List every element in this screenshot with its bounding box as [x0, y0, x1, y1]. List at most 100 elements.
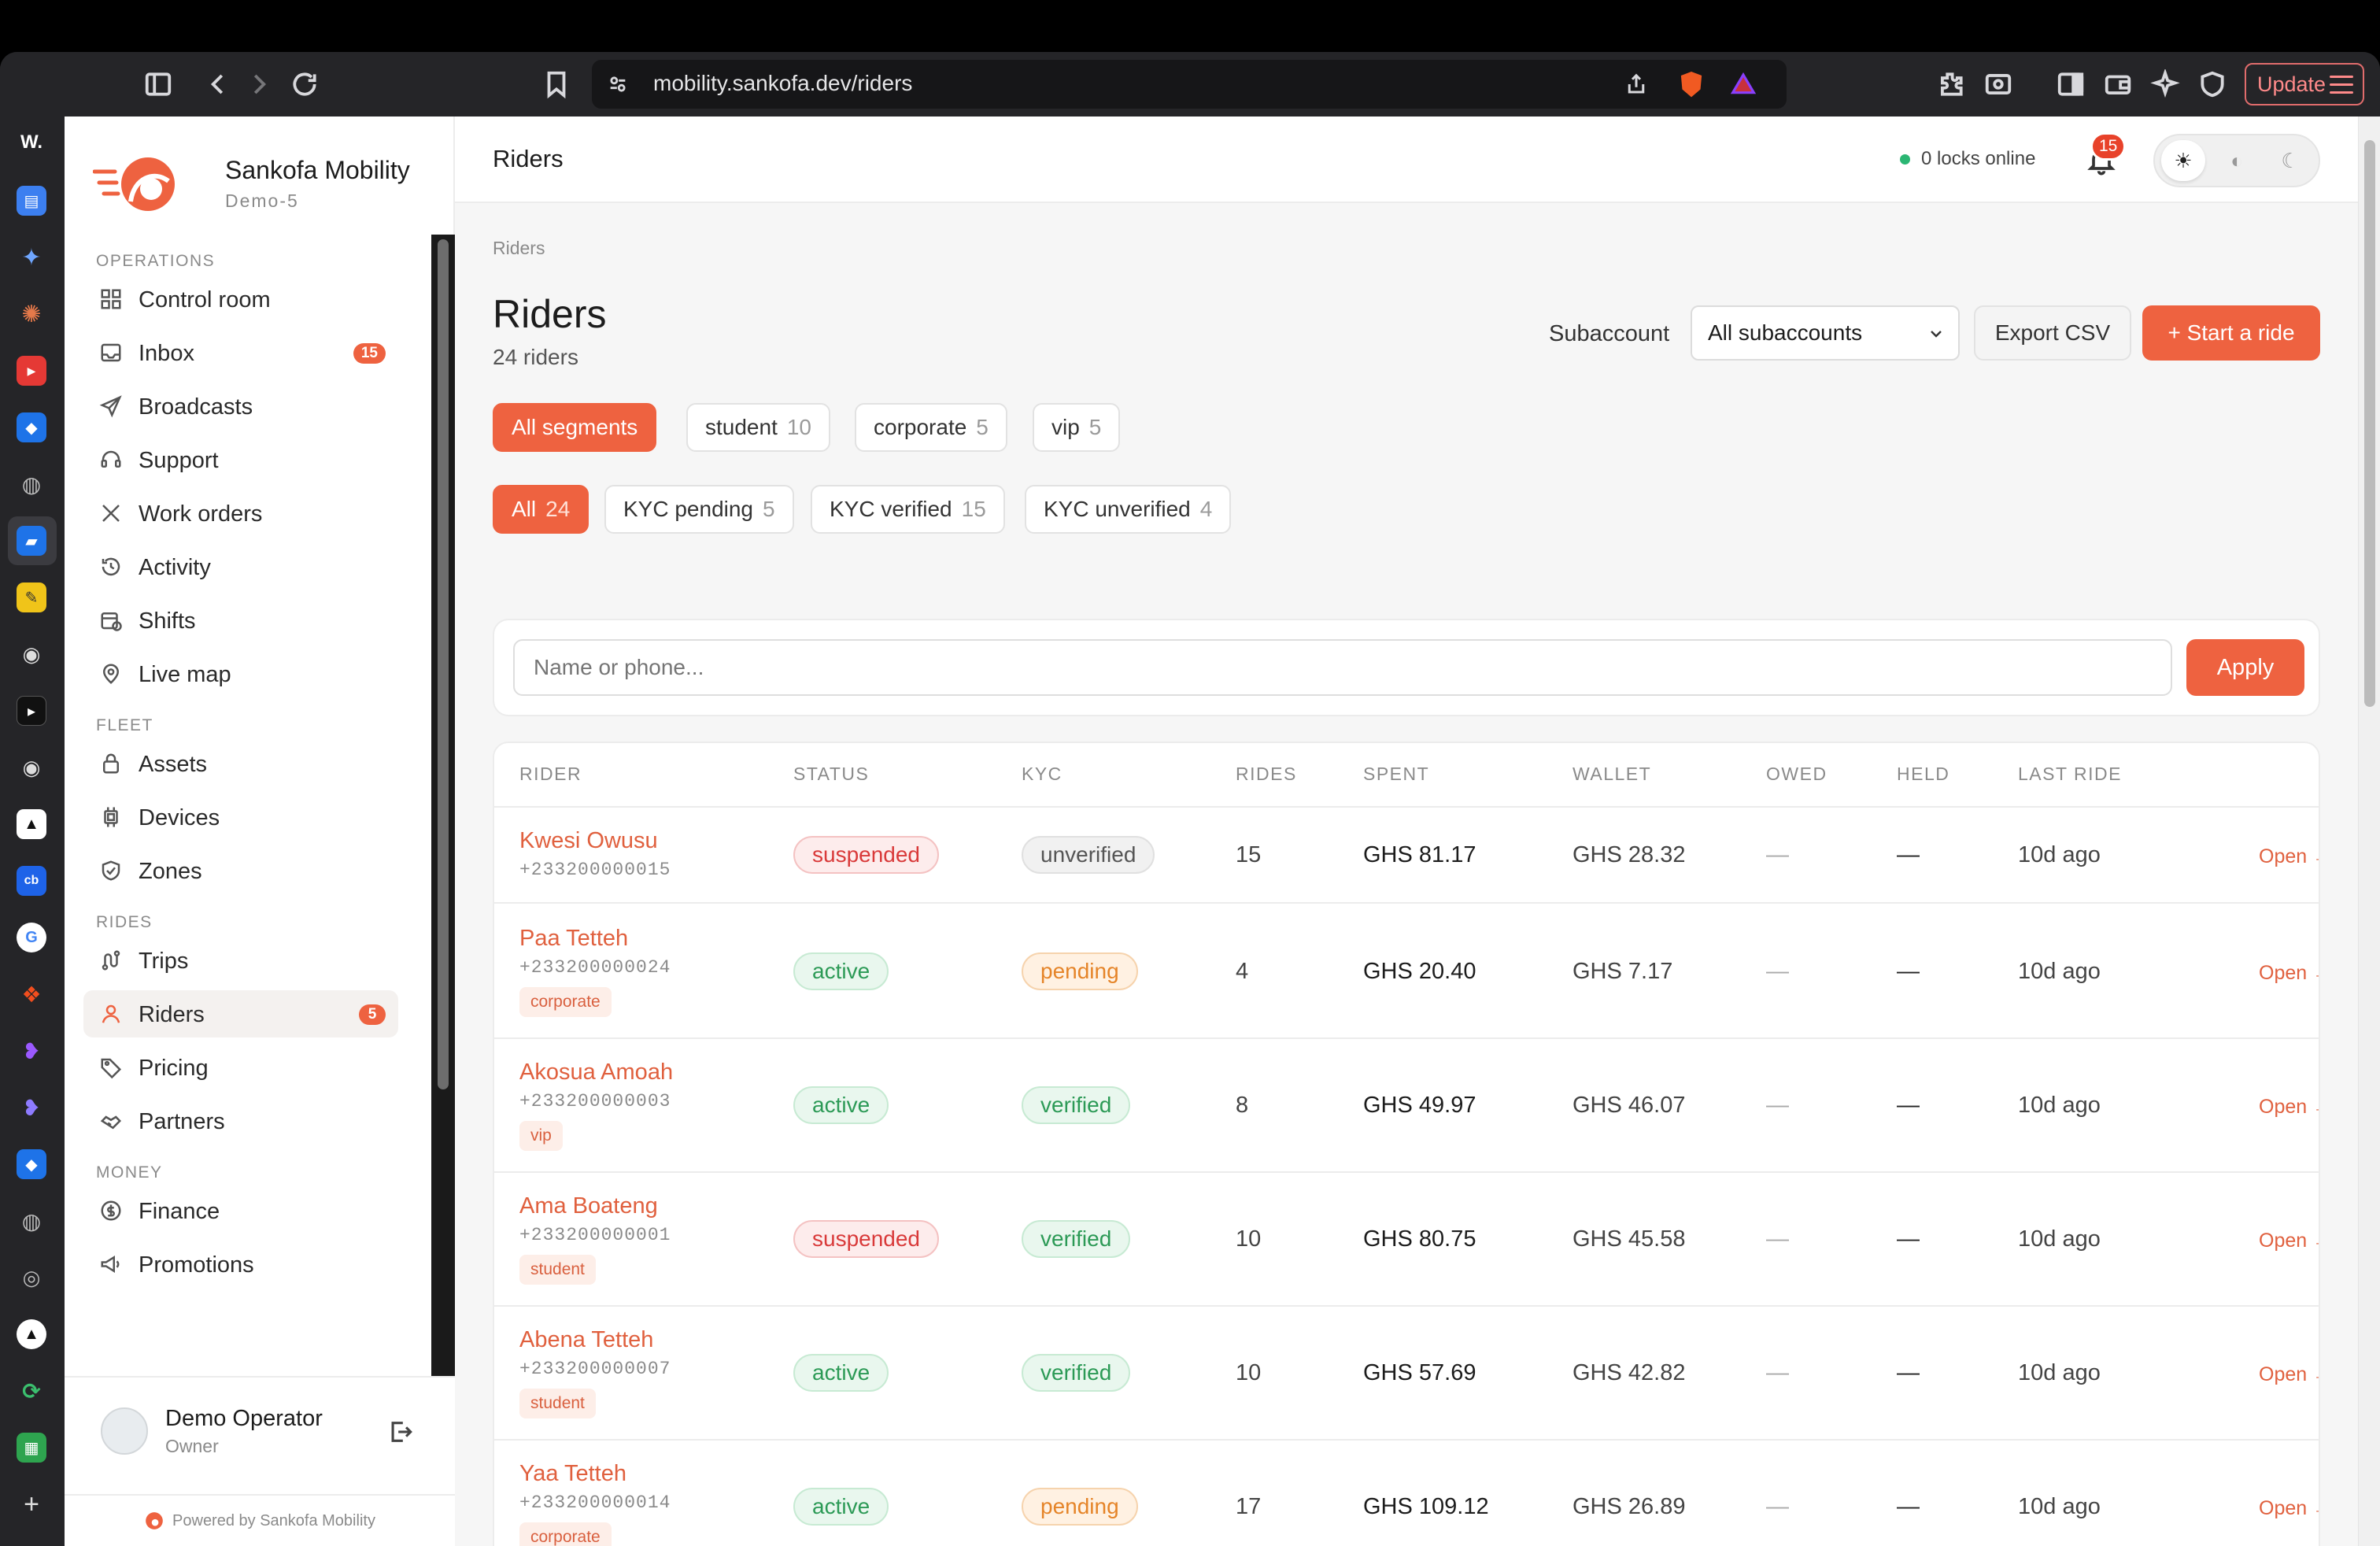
table-row[interactable]: Paa Tetteh +233200000024 corporate activ… — [494, 905, 2319, 1039]
sun-icon[interactable]: ☀ — [2161, 140, 2205, 181]
sidebar-item-partners[interactable]: Partners — [83, 1097, 398, 1145]
logout-icon[interactable] — [387, 1418, 414, 1445]
theme-toggle[interactable]: ☀ ◐ ☾ — [2153, 134, 2320, 187]
wallet-icon[interactable] — [2100, 66, 2136, 102]
sidebar-item-zones[interactable]: Zones — [83, 847, 398, 894]
kyc-chip-verified[interactable]: KYC verified 15 — [811, 485, 1005, 534]
update-button[interactable]: Update — [2245, 63, 2364, 105]
start-ride-button[interactable]: + Start a ride — [2142, 305, 2320, 361]
sidebar-item-shifts[interactable]: Shifts — [83, 597, 398, 644]
sidebar-item-promotions[interactable]: Promotions — [83, 1241, 398, 1288]
page-scrollbar[interactable] — [2358, 117, 2380, 1546]
export-csv-button[interactable]: Export CSV — [1974, 305, 2131, 361]
discord-tab-icon[interactable]: ◉ — [17, 639, 46, 669]
back-icon[interactable] — [200, 66, 236, 102]
rider-name-link[interactable]: Abena Tetteh — [519, 1327, 653, 1353]
sidebar-item-broadcasts[interactable]: Broadcasts — [83, 383, 398, 430]
table-row[interactable]: Ama Boateng +233200000001 student suspen… — [494, 1173, 2319, 1307]
brave-rewards-icon[interactable] — [1725, 66, 1761, 102]
sidebar-item-support[interactable]: Support — [83, 436, 398, 483]
app-tab-icon-5[interactable]: ◆ — [17, 1149, 46, 1179]
youtube-tab-icon[interactable]: ▶ — [17, 356, 46, 386]
open-rider-link[interactable]: Open → — [2259, 1230, 2319, 1252]
figma-tab-icon[interactable]: ❖ — [17, 979, 46, 1009]
workspace-tab-icon[interactable]: W. — [17, 128, 46, 157]
kyc-chip-unverified[interactable]: KYC unverified 4 — [1025, 485, 1232, 534]
app-tab-icon-6[interactable]: ◎ — [17, 1263, 46, 1293]
new-tab-icon[interactable]: + — [17, 1489, 46, 1519]
segment-chip-corporate[interactable]: corporate 5 — [855, 403, 1007, 452]
app-tab-icon-8[interactable]: ⟳ — [17, 1376, 46, 1406]
rider-name-link[interactable]: Kwesi Owusu — [519, 828, 658, 854]
sidepanel-icon[interactable] — [2053, 66, 2089, 102]
moon-icon[interactable]: ☾ — [2268, 140, 2312, 181]
sidebar-item-riders[interactable]: Riders 5 — [83, 990, 398, 1037]
globe-tab-icon[interactable]: ◍ — [17, 469, 46, 499]
discord-tab-icon-2[interactable]: ◉ — [17, 753, 46, 782]
breadcrumb[interactable]: Riders — [493, 238, 545, 259]
powered-by[interactable]: Powered by Sankofa Mobility — [65, 1494, 455, 1546]
app-tab-icon-4[interactable]: ❥ — [17, 1093, 46, 1123]
vpn-icon[interactable] — [2194, 66, 2230, 102]
user-profile[interactable]: Demo Operator Owner — [65, 1376, 455, 1494]
claude-tab-icon[interactable]: ✺ — [17, 299, 46, 329]
kyc-chip-pending[interactable]: KYC pending 5 — [604, 485, 794, 534]
active-tab-icon[interactable]: ▰ — [17, 526, 46, 556]
extensions-icon[interactable] — [1933, 66, 1969, 102]
open-rider-link[interactable]: Open → — [2259, 1363, 2319, 1386]
sidebar-item-assets[interactable]: Assets — [83, 740, 398, 787]
rider-name-link[interactable]: Paa Tetteh — [519, 926, 628, 952]
sheets-tab-icon[interactable]: ▦ — [17, 1433, 46, 1463]
google-tab-icon[interactable]: G — [17, 923, 46, 952]
sidebar-item-inbox[interactable]: Inbox 15 — [83, 329, 398, 376]
address-bar[interactable]: mobility.sankofa.dev/riders — [592, 60, 1787, 109]
sidebar-scrollbar[interactable] — [431, 235, 455, 1494]
sidebar-item-pricing[interactable]: Pricing — [83, 1044, 398, 1091]
subaccount-select[interactable]: All subaccounts — [1691, 305, 1960, 361]
rider-name-link[interactable]: Ama Boateng — [519, 1193, 658, 1219]
table-row[interactable]: Kwesi Owusu +233200000015 suspended unve… — [494, 808, 2319, 904]
app-tab-icon-7[interactable]: ▲ — [17, 1319, 46, 1349]
site-settings-icon[interactable] — [600, 66, 636, 102]
reader-icon[interactable] — [1980, 66, 2016, 102]
contrast-icon[interactable]: ◐ — [2215, 140, 2259, 181]
coinbase-tab-icon[interactable]: cb — [17, 866, 46, 896]
app-tab-icon[interactable]: ◆ — [17, 412, 46, 442]
bookmark-icon[interactable] — [538, 66, 575, 102]
sidebar-item-devices[interactable]: Devices — [83, 793, 398, 841]
rider-name-link[interactable]: Akosua Amoah — [519, 1060, 673, 1086]
open-rider-link[interactable]: Open → — [2259, 1497, 2319, 1520]
table-row[interactable]: Akosua Amoah +233200000003 vip active ve… — [494, 1039, 2319, 1173]
sidebar-item-work-orders[interactable]: Work orders — [83, 490, 398, 537]
kyc-chip-all[interactable]: All 24 — [493, 485, 589, 534]
sidebar-item-control-room[interactable]: Control room — [83, 276, 398, 323]
gemini-tab-icon[interactable]: ✦ — [17, 242, 46, 272]
segment-chip-student[interactable]: student 10 — [686, 403, 831, 452]
url-text[interactable]: mobility.sankofa.dev/riders — [653, 71, 912, 96]
notes-tab-icon[interactable]: ✎ — [17, 583, 46, 612]
sidebar-item-trips[interactable]: Trips — [83, 937, 398, 984]
rider-name-link[interactable]: Yaa Tetteh — [519, 1461, 626, 1487]
reload-icon[interactable] — [286, 66, 323, 102]
table-row[interactable]: Yaa Tetteh +233200000014 corporate activ… — [494, 1441, 2319, 1546]
brave-shield-icon[interactable] — [1673, 66, 1709, 102]
docs-tab-icon[interactable]: ▤ — [17, 186, 46, 216]
open-rider-link[interactable]: Open → — [2259, 1096, 2319, 1119]
open-rider-link[interactable]: Open → — [2259, 845, 2319, 868]
sidebar-item-live-map[interactable]: Live map — [83, 650, 398, 697]
leo-ai-icon[interactable] — [2147, 66, 2183, 102]
sidebar-item-finance[interactable]: Finance — [83, 1187, 398, 1234]
search-input[interactable] — [513, 639, 2172, 696]
apply-button[interactable]: Apply — [2186, 639, 2304, 696]
image-tab-icon[interactable]: ▲ — [17, 809, 46, 839]
forward-icon[interactable] — [241, 66, 277, 102]
table-row[interactable]: Abena Tetteh +233200000007 student activ… — [494, 1307, 2319, 1441]
sidebar-item-activity[interactable]: Activity — [83, 543, 398, 590]
globe-tab-icon-2[interactable]: ◍ — [17, 1206, 46, 1236]
share-icon[interactable] — [1618, 66, 1654, 102]
app-tab-icon-3[interactable]: ❥ — [17, 1036, 46, 1066]
segment-chip-vip[interactable]: vip 5 — [1033, 403, 1121, 452]
open-rider-link[interactable]: Open → — [2259, 962, 2319, 985]
segment-chip-all[interactable]: All segments — [493, 403, 657, 452]
sidebar-toggle-icon[interactable] — [140, 66, 176, 102]
